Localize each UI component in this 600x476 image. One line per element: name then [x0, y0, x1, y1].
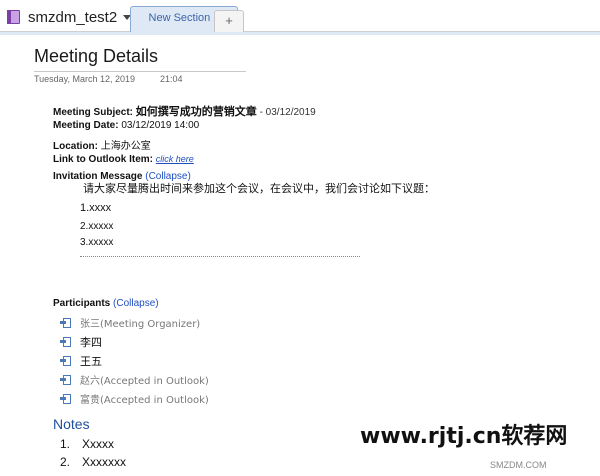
note-text: Xxxxx	[82, 437, 115, 451]
note-number: 1.	[60, 437, 71, 451]
notebook-name: smzdm_test2	[28, 8, 118, 26]
watermark-text: www.rjtj.cn软荐网	[360, 424, 568, 449]
participant-name: 赵六(Accepted in Outlook)	[80, 376, 209, 387]
notes-heading: Notes	[53, 416, 90, 432]
participant-name: 李四	[80, 335, 102, 349]
contact-icon	[60, 393, 72, 405]
participant-item[interactable]: 张三(Meeting Organizer)	[60, 313, 209, 332]
participant-name: 富贵(Accepted in Outlook)	[80, 395, 209, 406]
participants-label: Participants	[53, 298, 111, 309]
note-text: Xxxxxxx	[82, 455, 127, 469]
participants-list: 张三(Meeting Organizer) 李四 王五 赵六(Accepted …	[60, 313, 209, 408]
meeting-subject-label: Meeting Subject:	[53, 107, 134, 118]
top-bar: smzdm_test2 New Section 1 +	[0, 0, 600, 32]
meeting-subject-row: Meeting Subject: 如何撰写成功的营销文章 - 03/12/201…	[53, 103, 316, 120]
note-item[interactable]: 1. Xxxxx	[60, 437, 126, 455]
participants-header: Participants (Collapse)	[53, 298, 159, 309]
meeting-date-value: 03/12/2019 14:00	[121, 120, 200, 131]
title-divider	[34, 71, 246, 72]
participant-name: 张三(Meeting Organizer)	[80, 319, 201, 330]
invitation-text: 请大家尽量腾出时间来参加这个会议，在会议中，我们会讨论如下议题：	[83, 182, 435, 195]
contact-icon	[60, 374, 72, 386]
notebook-icon	[6, 9, 22, 25]
participant-name: 王五	[80, 354, 102, 368]
contact-icon	[60, 317, 72, 329]
meeting-date-label: Meeting Date:	[53, 120, 119, 131]
location-label: Location:	[53, 141, 98, 152]
invitation-item: 2.xxxxx	[80, 221, 114, 232]
watermark-subtext: SMZDM.COM	[490, 460, 547, 470]
notes-list: 1. Xxxxx 2. Xxxxxxx	[60, 437, 126, 473]
section-accent-line	[0, 32, 600, 35]
location-value: 上海办公室	[100, 141, 151, 152]
participant-item[interactable]: 李四	[60, 332, 209, 351]
participant-item[interactable]: 王五	[60, 351, 209, 370]
contact-icon	[60, 355, 72, 367]
contact-icon	[60, 336, 72, 348]
note-item[interactable]: 2. Xxxxxxx	[60, 455, 126, 473]
meeting-subject-date: - 03/12/2019	[259, 107, 316, 118]
dotted-divider	[80, 256, 360, 257]
notebook-selector[interactable]: smzdm_test2	[6, 6, 132, 28]
page-date: Tuesday, March 12, 2019	[34, 74, 136, 84]
outlook-link-row: Link to Outlook Item: click here	[53, 154, 316, 171]
meeting-date-row: Meeting Date: 03/12/2019 14:00	[53, 120, 316, 137]
meeting-subject-value: 如何撰写成功的营销文章	[135, 106, 257, 118]
add-section-button[interactable]: +	[214, 10, 244, 32]
page-time: 21:04	[160, 74, 183, 84]
participant-item[interactable]: 富贵(Accepted in Outlook)	[60, 389, 209, 408]
location-row: Location: 上海办公室	[53, 137, 316, 154]
note-number: 2.	[60, 455, 71, 469]
invitation-item: 1.xxxx	[80, 202, 112, 214]
outlook-link[interactable]: click here	[156, 154, 194, 164]
invitation-item: 3.xxxxx	[80, 237, 114, 248]
page-title[interactable]: Meeting Details	[34, 46, 158, 67]
outlook-link-label: Link to Outlook Item:	[53, 154, 153, 165]
participants-collapse-link[interactable]: (Collapse)	[113, 298, 159, 309]
participant-item[interactable]: 赵六(Accepted in Outlook)	[60, 370, 209, 389]
meeting-details: Meeting Subject: 如何撰写成功的营销文章 - 03/12/201…	[53, 103, 316, 188]
